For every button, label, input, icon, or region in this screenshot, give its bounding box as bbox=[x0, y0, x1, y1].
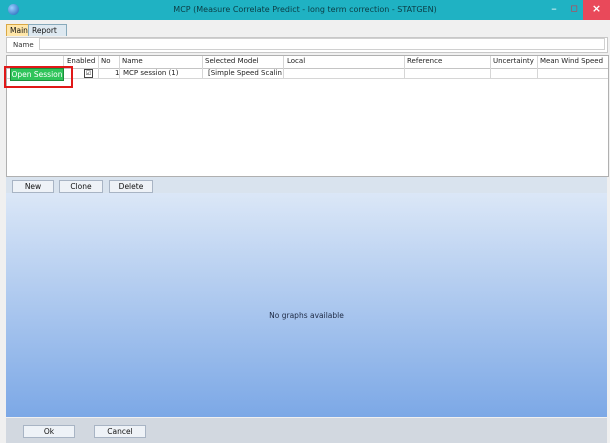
column-header-name[interactable]: Name bbox=[122, 57, 143, 65]
no-graphs-message: No graphs available bbox=[269, 311, 344, 320]
row-number: 1 bbox=[115, 69, 119, 77]
column-header-no[interactable]: No bbox=[101, 57, 111, 65]
delete-button[interactable]: Delete bbox=[109, 180, 153, 193]
tab-report-headers[interactable]: Report Headers bbox=[28, 24, 68, 46]
row-name[interactable]: MCP session (1) bbox=[123, 69, 201, 77]
sessions-grid: Enabled No Name Selected Model Local Ref… bbox=[6, 55, 609, 177]
session-toolbar: New Clone Delete bbox=[6, 177, 607, 193]
maximize-icon[interactable]: ◻ bbox=[563, 0, 585, 20]
clone-button[interactable]: Clone bbox=[59, 180, 103, 193]
window-title: MCP (Measure Correlate Predict - long te… bbox=[173, 5, 437, 14]
name-input[interactable] bbox=[39, 38, 605, 50]
new-button[interactable]: New bbox=[12, 180, 54, 193]
row-selected-model[interactable]: [Simple Speed Scaling] bbox=[208, 69, 282, 77]
column-header-uncertainty[interactable]: Uncertainty bbox=[493, 57, 534, 65]
title-bar[interactable]: MCP (Measure Correlate Predict - long te… bbox=[0, 0, 610, 20]
column-header-reference[interactable]: Reference bbox=[407, 57, 442, 65]
cancel-button[interactable]: Cancel bbox=[94, 425, 146, 438]
column-header-mean-wind-speed[interactable]: Mean Wind Speed bbox=[540, 57, 603, 65]
graph-area: No graphs available bbox=[6, 193, 607, 417]
name-label: Name bbox=[13, 41, 34, 49]
minimize-icon[interactable]: – bbox=[543, 0, 565, 20]
column-header-local[interactable]: Local bbox=[287, 57, 305, 65]
column-header-selected-model[interactable]: Selected Model bbox=[205, 57, 259, 65]
ok-button[interactable]: Ok bbox=[23, 425, 75, 438]
mcp-window: MCP (Measure Correlate Predict - long te… bbox=[0, 0, 610, 443]
footer-bar: Ok Cancel bbox=[6, 418, 607, 443]
highlight-box bbox=[4, 66, 73, 88]
name-row: Name bbox=[6, 37, 608, 53]
column-header-enabled[interactable]: Enabled bbox=[67, 57, 95, 65]
close-icon[interactable]: × bbox=[583, 0, 610, 20]
table-row[interactable]: 1 MCP session (1) [Simple Speed Scaling] bbox=[7, 68, 608, 79]
enabled-checkbox[interactable]: ☑ bbox=[84, 69, 93, 78]
